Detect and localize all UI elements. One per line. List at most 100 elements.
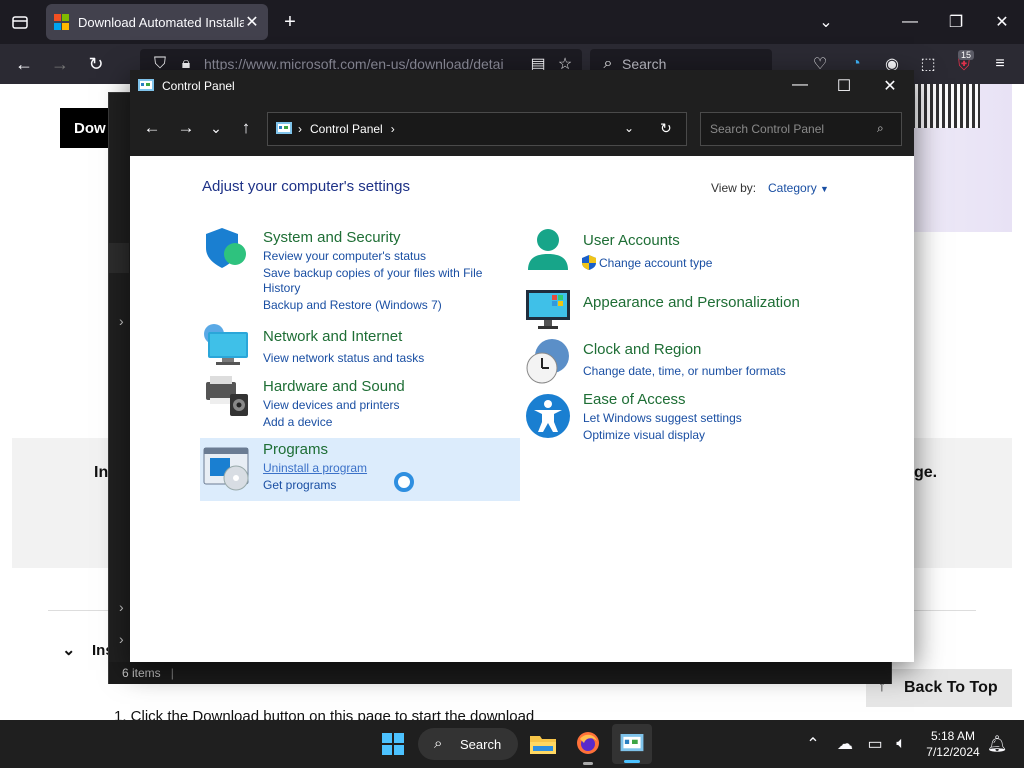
- chevron-up-icon[interactable]: ⌃: [804, 735, 822, 753]
- search-icon: ⌕: [434, 735, 443, 752]
- window-title: Control Panel: [162, 79, 235, 93]
- search-icon[interactable]: ⌕: [877, 121, 884, 136]
- shield-icon: [206, 228, 246, 268]
- forward-icon[interactable]: →: [50, 54, 70, 74]
- control-panel-icon: [276, 122, 292, 134]
- network-icon[interactable]: ▭: [866, 735, 884, 753]
- link-uninstall-program[interactable]: Uninstall a program: [263, 460, 367, 477]
- qr-code: [912, 84, 980, 128]
- clock-globe-icon: [526, 339, 569, 384]
- link-review-status[interactable]: Review your computer's status: [263, 248, 426, 265]
- breadcrumb-chevron-icon[interactable]: ›: [391, 122, 395, 136]
- tab-title: Download Automated Installatio: [78, 14, 244, 30]
- category-user-accounts[interactable]: User Accounts: [583, 232, 680, 249]
- back-icon[interactable]: ←: [14, 54, 34, 74]
- link-add-device[interactable]: Add a device: [263, 414, 332, 431]
- list-all-tabs-icon[interactable]: ⌄: [816, 12, 836, 32]
- address-bar[interactable]: › Control Panel › ⌄ ↻: [267, 112, 687, 146]
- search-control-panel-input[interactable]: Search Control Panel ⌕: [700, 112, 902, 146]
- recent-locations-icon[interactable]: ⌄: [206, 118, 226, 138]
- link-devices-printers[interactable]: View devices and printers: [263, 397, 400, 414]
- globe-network-icon: [204, 324, 248, 365]
- reload-icon[interactable]: ↻: [86, 54, 106, 74]
- taskbar-active-app[interactable]: [612, 724, 652, 764]
- close-browser-icon[interactable]: ✕: [992, 12, 1012, 32]
- busy-cursor-icon: [394, 472, 414, 492]
- taskbar-clock[interactable]: 5:18 AM 7/12/2024: [918, 728, 988, 760]
- appearance-icon: [526, 290, 570, 329]
- tab-list-icon[interactable]: [10, 12, 30, 32]
- browser-tab-active[interactable]: Download Automated Installatio ✕: [46, 4, 268, 40]
- category-clock-region[interactable]: Clock and Region: [583, 341, 701, 358]
- extensions-icon[interactable]: ⬚: [918, 54, 938, 74]
- programs-icon: [203, 447, 249, 491]
- running-indicator: [583, 762, 593, 765]
- breadcrumb-control-panel[interactable]: Control Panel: [310, 122, 383, 136]
- status-bar: 6 items |: [109, 662, 891, 684]
- menu-icon[interactable]: ≡: [990, 54, 1010, 74]
- control-panel-icon: [620, 734, 644, 752]
- category-programs[interactable]: Programs: [263, 441, 328, 458]
- uac-shield-icon: [582, 255, 596, 270]
- user-accounts-icon: [528, 229, 568, 270]
- partial-heading-right: ge.: [914, 464, 938, 481]
- view-by-value: Category: [768, 181, 817, 195]
- clock-date: 7/12/2024: [926, 745, 980, 759]
- address-dropdown-icon[interactable]: ⌄: [624, 121, 634, 135]
- link-get-programs[interactable]: Get programs: [263, 477, 336, 494]
- page-title: Adjust your computer's settings: [202, 178, 410, 195]
- taskbar-search[interactable]: ⌕ Search: [418, 728, 518, 760]
- search-placeholder: Search Control Panel: [710, 122, 825, 136]
- chevron-right-icon[interactable]: ›: [119, 599, 124, 615]
- restore-browser-icon[interactable]: ❐: [946, 12, 966, 32]
- close-icon[interactable]: ✕: [880, 76, 900, 96]
- status-separator: |: [170, 666, 174, 680]
- refresh-icon[interactable]: ↻: [660, 120, 672, 137]
- forward-icon[interactable]: →: [176, 118, 196, 138]
- category-system-security[interactable]: System and Security: [263, 229, 401, 246]
- clock-time: 5:18 AM: [930, 729, 976, 743]
- notification-bell-icon[interactable]: 🔔︎: [987, 735, 1007, 753]
- partial-heading-left: In: [94, 464, 109, 481]
- category-ease-of-access[interactable]: Ease of Access: [583, 391, 686, 408]
- explorer-toolbar: ← → ⌄ ↑ › Control Panel › ⌄ ↻ Search Con…: [130, 102, 914, 156]
- minimize-browser-icon[interactable]: —: [900, 12, 920, 32]
- active-indicator: [624, 760, 640, 763]
- ease-of-access-icon: [526, 394, 570, 438]
- item-count: 6 items: [122, 666, 161, 680]
- link-windows-suggest[interactable]: Let Windows suggest settings: [583, 410, 742, 427]
- dropdown-arrow-icon: ▼: [820, 184, 829, 194]
- window-titlebar[interactable]: Control Panel — ☐ ✕: [130, 70, 914, 102]
- breadcrumb-chevron-icon: ›: [298, 122, 302, 136]
- maximize-icon[interactable]: ☐: [834, 76, 854, 96]
- chevron-right-icon[interactable]: ›: [119, 313, 124, 329]
- new-tab-icon[interactable]: +: [280, 11, 300, 33]
- printer-speaker-icon: [206, 376, 248, 416]
- cloud-offline-icon[interactable]: ☁: [836, 735, 854, 753]
- link-change-date-time[interactable]: Change date, time, or number formats: [583, 363, 786, 380]
- link-network-status[interactable]: View network status and tasks: [263, 350, 424, 367]
- view-by-label: View by:: [711, 181, 757, 195]
- link-save-backup-cont[interactable]: History: [263, 280, 300, 297]
- volume-muted-icon[interactable]: 🔈︎: [892, 735, 910, 753]
- chevron-right-icon[interactable]: ›: [119, 631, 124, 647]
- notification-badge: 15: [958, 50, 975, 60]
- link-optimize-display[interactable]: Optimize visual display: [583, 427, 705, 444]
- back-icon[interactable]: ←: [142, 118, 162, 138]
- minimize-icon[interactable]: —: [790, 76, 810, 94]
- windows-start-icon[interactable]: [382, 733, 404, 755]
- control-panel-icon: [138, 79, 154, 91]
- category-appearance-personalization[interactable]: Appearance and Personalization: [583, 294, 800, 311]
- up-icon[interactable]: ↑: [236, 118, 256, 138]
- category-network-internet[interactable]: Network and Internet: [263, 328, 402, 345]
- control-panel-window: Control Panel — ☐ ✕ ← → ⌄ ↑ › Control Pa…: [130, 70, 914, 662]
- close-tab-icon[interactable]: ✕: [244, 12, 260, 32]
- firefox-icon[interactable]: [576, 731, 600, 755]
- category-hardware-sound[interactable]: Hardware and Sound: [263, 378, 405, 395]
- link-change-account-type[interactable]: Change account type: [599, 255, 712, 272]
- view-by-dropdown[interactable]: Category ▼: [768, 181, 829, 195]
- file-explorer-icon[interactable]: [530, 732, 556, 754]
- link-backup-restore[interactable]: Backup and Restore (Windows 7): [263, 297, 442, 314]
- chevron-down-icon[interactable]: ⌄: [62, 640, 75, 660]
- taskbar-search-label: Search: [460, 736, 502, 752]
